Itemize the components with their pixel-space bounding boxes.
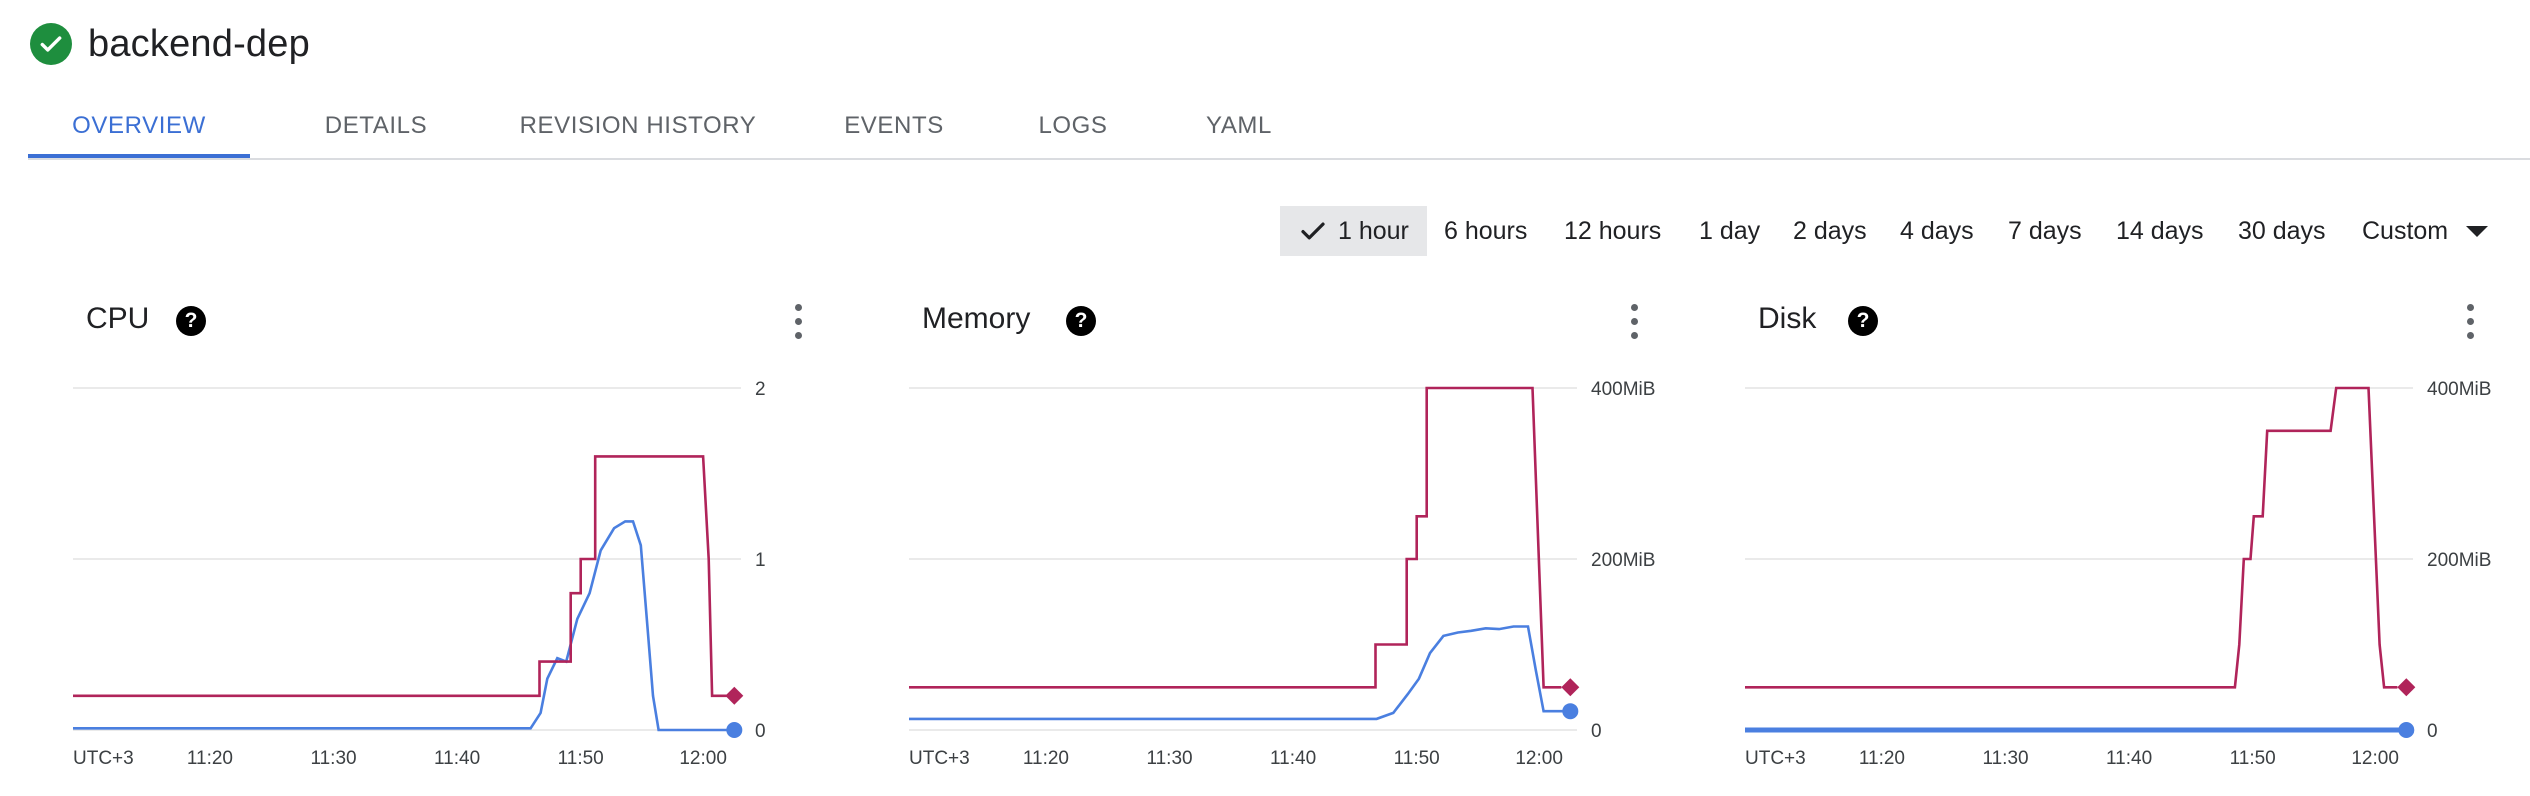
x-tick-label: 11:40 — [434, 748, 480, 769]
series-line — [1745, 386, 2398, 689]
cpu-chart-card: CPU ? 2 1 0 UTC+3 11:20 11:30 11:40 11:50 12:00 — [30, 296, 830, 776]
x-tick-label: 11:20 — [1023, 748, 1069, 769]
y-tick-label: 400MiB — [1591, 379, 1655, 400]
x-tick-label: 11:20 — [187, 748, 233, 769]
check-circle-icon — [30, 23, 72, 65]
tab-yaml[interactable]: YAML — [1164, 96, 1314, 156]
x-tick-label: UTC+3 — [1745, 748, 1806, 769]
page-header: backend-dep — [30, 16, 310, 72]
x-tick-label: UTC+3 — [909, 748, 970, 769]
end-point-marker — [2398, 722, 2415, 738]
disk-chart: 400MiB 200MiB 0 UTC+3 11:20 11:30 11:40 11:50 12… — [1745, 379, 2491, 769]
time-option-6-hours[interactable]: 6 hours — [1444, 206, 1527, 256]
caret-down-icon — [2466, 225, 2489, 237]
cpu-chart: 2 1 0 UTC+3 11:20 11:30 11:40 11:50 12:00 — [73, 379, 766, 769]
tab-logs[interactable]: LOGS — [998, 96, 1148, 156]
y-tick-label: 0 — [2427, 721, 2438, 742]
series-line — [73, 520, 735, 732]
end-point-marker — [1561, 678, 1580, 697]
time-option-2-days[interactable]: 2 days — [1793, 206, 1867, 256]
x-tick-label: 11:40 — [1270, 748, 1316, 769]
tab-revision-history[interactable]: REVISION HISTORY — [488, 96, 788, 156]
page-title: backend-dep — [88, 22, 310, 65]
time-option-1-hour[interactable]: 1 hour — [1280, 206, 1427, 256]
x-tick-label: UTC+3 — [73, 748, 134, 769]
check-icon — [1301, 222, 1325, 240]
time-option-label: Custom — [2362, 216, 2449, 245]
y-tick-label: 200MiB — [2427, 550, 2491, 571]
tab-details[interactable]: DETAILS — [286, 96, 466, 156]
y-tick-label: 400MiB — [2427, 379, 2491, 400]
x-tick-label: 11:50 — [2230, 748, 2276, 769]
tab-events[interactable]: EVENTS — [806, 96, 982, 156]
y-tick-label: 200MiB — [1591, 550, 1655, 571]
memory-chart: 400MiB 200MiB 0 UTC+3 11:20 11:30 11:40 11:50 12… — [909, 379, 1655, 769]
end-point-marker — [725, 686, 744, 705]
time-option-1-day[interactable]: 1 day — [1699, 206, 1760, 256]
time-option-12-hours[interactable]: 12 hours — [1564, 206, 1661, 256]
time-option-custom[interactable]: Custom — [2362, 206, 2489, 256]
x-tick-label: 12:00 — [679, 748, 727, 769]
x-tick-label: 12:00 — [1515, 748, 1563, 769]
x-tick-label: 11:50 — [1394, 748, 1440, 769]
y-tick-label: 1 — [755, 550, 766, 571]
y-tick-label: 0 — [755, 721, 766, 742]
end-point-marker — [726, 722, 743, 738]
y-tick-label: 0 — [1591, 721, 1602, 742]
series-line — [909, 386, 1562, 689]
time-option-14-days[interactable]: 14 days — [2116, 206, 2204, 256]
x-tick-label: 12:00 — [2351, 748, 2399, 769]
time-option-30-days[interactable]: 30 days — [2238, 206, 2326, 256]
time-option-7-days[interactable]: 7 days — [2008, 206, 2082, 256]
x-tick-label: 11:30 — [1146, 748, 1192, 769]
end-point-marker — [1562, 703, 1579, 720]
time-option-4-days[interactable]: 4 days — [1900, 206, 1974, 256]
series-line — [73, 455, 727, 698]
x-tick-label: 11:50 — [558, 748, 604, 769]
x-tick-label: 11:40 — [2106, 748, 2152, 769]
tab-bar: OVERVIEW DETAILS REVISION HISTORY EVENTS… — [28, 96, 2530, 160]
x-tick-label: 11:30 — [310, 748, 356, 769]
series-line — [909, 625, 1571, 721]
memory-chart-card: Memory ? 400MiB 200MiB 0 UTC+3 11:20 11:30 11:… — [866, 296, 1666, 776]
x-tick-label: 11:30 — [1982, 748, 2028, 769]
time-option-label: 1 hour — [1338, 216, 1409, 245]
tab-overview[interactable]: OVERVIEW — [28, 96, 250, 158]
x-tick-label: 11:20 — [1859, 748, 1905, 769]
end-point-marker — [2397, 678, 2416, 697]
time-range-selector: 1 hour 6 hours 12 hours 1 day 2 days 4 d… — [0, 206, 2530, 256]
y-tick-label: 2 — [755, 379, 766, 400]
disk-chart-card: Disk ? 400MiB 200MiB 0 UTC+3 11:20 11:30 11:40… — [1702, 296, 2502, 776]
